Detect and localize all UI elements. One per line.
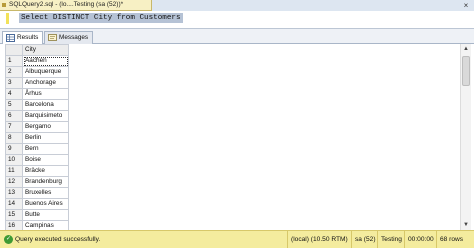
table-row[interactable]: 13 Bruxelles [5,187,69,199]
status-bar: ✓ Query executed successfully. (local) (… [0,230,474,248]
change-marker [6,13,9,24]
row-number-header[interactable] [5,44,23,56]
tab-results[interactable]: Results [2,31,44,45]
table-row[interactable]: 7 Bergamo [5,121,69,133]
row-number[interactable]: 11 [5,165,23,177]
table-row[interactable]: 4 Århus [5,88,69,100]
city-cell[interactable]: Bruxelles [22,187,69,199]
success-check-icon: ✓ [4,235,13,244]
row-number[interactable]: 1 [5,55,23,67]
row-number[interactable]: 12 [5,176,23,188]
table-row[interactable]: 15 Butte [5,209,69,221]
table-row[interactable]: 5 Barcelona [5,99,69,111]
vertical-scrollbar[interactable]: ▲ ▼ [460,44,471,230]
row-number[interactable]: 14 [5,198,23,210]
document-tab-bar: SQLQuery2.sql - (lo....Testing (sa (52))… [0,0,474,11]
status-elapsed: 00:00:00 [404,231,434,248]
table-row[interactable]: 6 Barquisimeto [5,110,69,122]
row-number[interactable]: 8 [5,132,23,144]
city-cell[interactable]: Aachen [22,55,69,67]
pin-icon [2,3,6,7]
row-number[interactable]: 13 [5,187,23,199]
scroll-up-arrow-icon[interactable]: ▲ [461,44,471,54]
table-row[interactable]: 12 Brandenburg [5,176,69,188]
row-number[interactable]: 15 [5,209,23,221]
status-database: Testing [377,231,402,248]
city-cell[interactable]: Albuquerque [22,66,69,78]
table-row[interactable]: 8 Berlin [5,132,69,144]
city-cell[interactable]: Bern [22,143,69,155]
city-cell[interactable]: Boise [22,154,69,166]
results-table: City 1 Aachen 2 Albuquerque 3 Anchorage 4 År… [5,44,69,243]
city-cell[interactable]: Berlin [22,132,69,144]
document-tab[interactable]: SQLQuery2.sql - (lo....Testing (sa (52))… [0,0,152,11]
table-row[interactable]: 14 Buenos Aires [5,198,69,210]
column-header-city[interactable]: City [22,44,69,56]
table-row[interactable]: 10 Boise [5,154,69,166]
results-grid[interactable]: City 1 Aachen 2 Albuquerque 3 Anchorage 4 År… [0,44,474,243]
results-tab-strip: Results Messages [0,29,474,45]
city-cell[interactable]: Buenos Aires [22,198,69,210]
city-cell[interactable]: Bräcke [22,165,69,177]
city-cell[interactable]: Anchorage [22,77,69,89]
row-number[interactable]: 9 [5,143,23,155]
table-row[interactable]: 3 Anchorage [5,77,69,89]
city-cell[interactable]: Bergamo [22,121,69,133]
close-icon[interactable]: × [461,0,471,11]
scroll-down-arrow-icon[interactable]: ▼ [461,220,471,230]
tab-messages[interactable]: Messages [44,31,94,44]
table-row[interactable]: 2 Albuquerque [5,66,69,78]
table-row[interactable]: 1 Aachen [5,55,69,67]
messages-icon [48,34,57,41]
row-number[interactable]: 5 [5,99,23,111]
status-user: sa (52) [351,231,376,248]
tab-messages-label: Messages [59,34,89,41]
city-cell[interactable]: Barcelona [22,99,69,111]
row-number[interactable]: 4 [5,88,23,100]
grid-icon [6,34,15,42]
document-tab-title: SQLQuery2.sql - (lo....Testing (sa (52))… [9,1,124,8]
city-cell[interactable]: Brandenburg [22,176,69,188]
row-number[interactable]: 7 [5,121,23,133]
row-number[interactable]: 10 [5,154,23,166]
table-row[interactable]: 11 Bräcke [5,165,69,177]
query-text[interactable]: Select DISTINCT City from Customers [19,13,183,23]
grid-header-row: City [5,44,69,56]
city-cell[interactable]: Barquisimeto [22,110,69,122]
tab-results-label: Results [17,34,39,41]
status-message: Query executed successfully. [15,236,101,243]
city-cell[interactable]: Butte [22,209,69,221]
scrollbar-thumb[interactable] [462,56,470,86]
row-number[interactable]: 6 [5,110,23,122]
status-row-count: 68 rows [436,231,463,248]
query-editor[interactable]: Select DISTINCT City from Customers [0,11,474,29]
row-number[interactable]: 3 [5,77,23,89]
table-row[interactable]: 9 Bern [5,143,69,155]
row-number[interactable]: 2 [5,66,23,78]
status-server: (local) (10.50 RTM) [287,231,348,248]
city-cell[interactable]: Århus [22,88,69,100]
